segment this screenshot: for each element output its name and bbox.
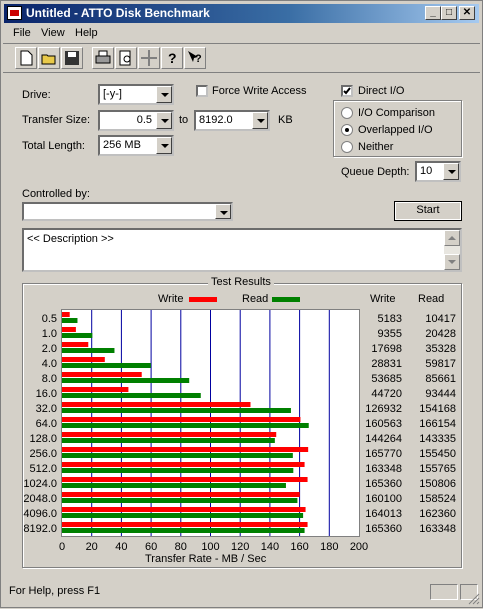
x-tick-label: 20 [86,541,98,553]
read-bar [62,513,304,518]
write-bar [62,417,301,422]
read-bar [62,423,309,428]
write-value: 160563 [365,418,402,430]
category-label: 2048.0 [23,493,57,505]
category-label: 1.0 [42,328,57,340]
read-value: 59817 [425,358,456,370]
x-tick-label: 100 [201,541,219,553]
read-value: 35328 [425,343,456,355]
write-bar [62,402,251,407]
status-panel-1 [430,584,458,600]
read-bar [62,453,293,458]
x-tick-label: 60 [145,541,157,553]
read-value: 10417 [425,313,456,325]
write-value: 126932 [365,403,402,415]
write-value: 160100 [365,493,402,505]
write-bar [62,372,142,377]
read-value: 150806 [419,478,456,490]
read-bar [62,363,151,368]
write-bar [62,357,105,362]
x-tick-label: 0 [59,541,65,553]
read-value: 163348 [419,523,456,535]
write-bar [62,492,300,497]
write-value: 44720 [371,388,402,400]
status-bar: For Help, press F1 [3,581,480,603]
read-value: 158524 [419,493,456,505]
x-tick-label: 40 [115,541,127,553]
category-label: 128.0 [29,433,57,445]
write-value: 165360 [365,523,402,535]
x-tick-label: 160 [290,541,308,553]
write-value: 144264 [365,433,402,445]
category-label: 4096.0 [23,508,57,520]
write-bar [62,342,89,347]
read-value: 20428 [425,328,456,340]
read-bar [62,468,294,473]
write-value: 17698 [371,343,402,355]
category-label: 512.0 [29,463,57,475]
status-text: For Help, press F1 [9,585,101,597]
category-label: 4.0 [42,358,57,370]
x-axis-title: Transfer Rate - MB / Sec [145,553,267,565]
category-label: 2.0 [42,343,57,355]
category-label: 8192.0 [23,523,57,535]
app-window: Untitled - ATTO Disk Benchmark _ □ ✕ Fil… [0,0,483,608]
read-bar [62,333,93,338]
write-bar [62,477,308,482]
x-tick-label: 140 [261,541,279,553]
category-label: 256.0 [29,448,57,460]
write-value: 53685 [371,373,402,385]
read-bar [62,408,291,413]
read-value: 143335 [419,433,456,445]
read-value: 85661 [425,373,456,385]
write-bar [62,432,277,437]
x-tick-label: 200 [350,541,368,553]
write-bar [62,447,309,452]
write-bar [62,522,308,527]
read-bar [62,498,298,503]
write-bar [62,507,306,512]
write-value: 165770 [365,448,402,460]
write-value: 164013 [365,508,402,520]
read-value: 93444 [425,388,456,400]
read-bar [62,393,201,398]
x-tick-label: 80 [175,541,187,553]
write-value: 9355 [378,328,402,340]
read-bar [62,378,190,383]
transfer-rate-chart: 0 20 40 60 80 100 120 140 160 180 200 0.5 5183 10417 1… [23,310,456,553]
read-bar [62,483,286,488]
write-bar [62,387,129,392]
read-bar [62,528,305,533]
read-value: 155450 [419,448,456,460]
category-label: 16.0 [36,388,57,400]
write-value: 165360 [365,478,402,490]
write-value: 28831 [371,358,402,370]
category-label: 1024.0 [23,478,57,490]
read-value: 154168 [419,403,456,415]
x-tick-label: 180 [320,541,338,553]
write-bar [62,462,305,467]
write-value: 163348 [365,463,402,475]
category-label: 0.5 [42,313,57,325]
x-tick-label: 120 [231,541,249,553]
write-bar [62,327,76,332]
read-value: 166154 [419,418,456,430]
resize-grip-icon[interactable] [468,593,480,605]
read-bar [62,438,275,443]
read-bar [62,348,115,353]
category-label: 32.0 [36,403,57,415]
read-bar [62,318,78,323]
write-value: 5183 [378,313,402,325]
write-bar [62,312,70,317]
category-label: 8.0 [42,373,57,385]
read-value: 155765 [419,463,456,475]
category-label: 64.0 [36,418,57,430]
read-value: 162360 [419,508,456,520]
